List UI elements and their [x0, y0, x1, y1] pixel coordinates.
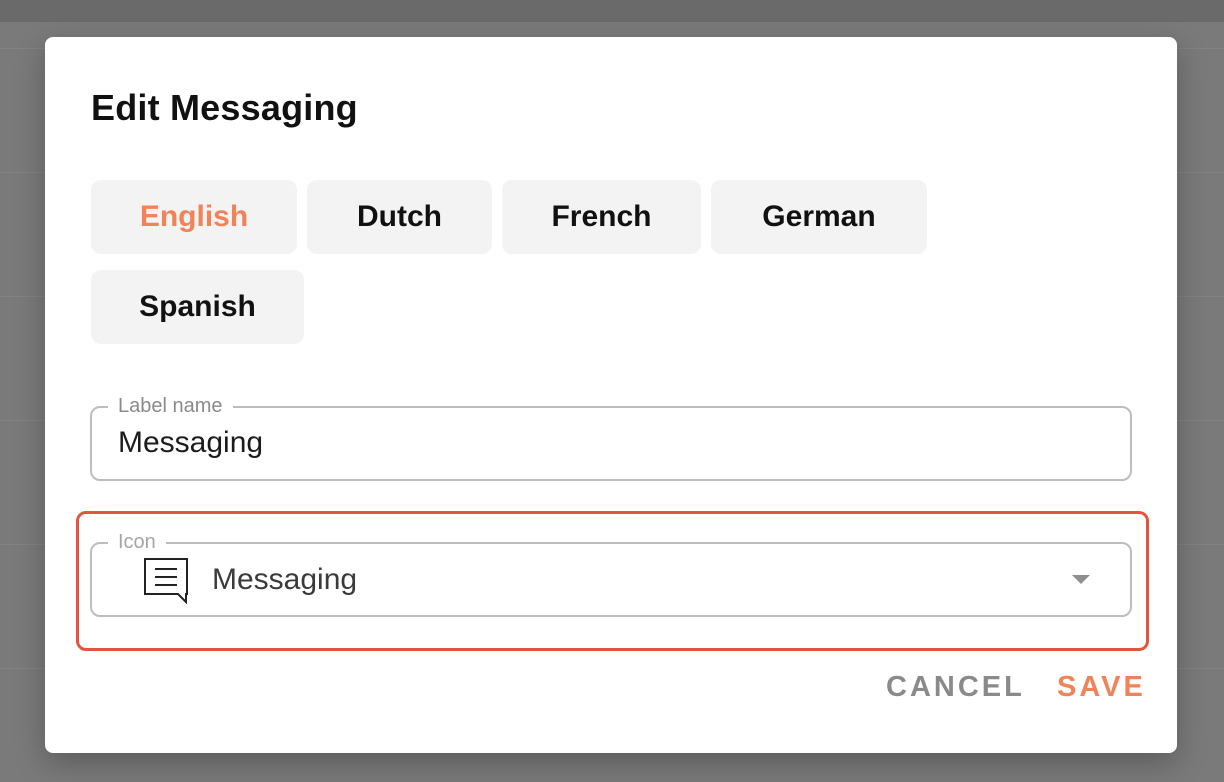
chevron-down-icon[interactable]	[1072, 575, 1090, 584]
cancel-button[interactable]: CANCEL	[886, 667, 1025, 707]
icon-select-value: Messaging	[212, 563, 358, 596]
icon-select-legend: Icon	[108, 530, 166, 554]
language-tab-french[interactable]: French	[502, 180, 701, 254]
label-name-input-value[interactable]: Messaging	[118, 423, 263, 463]
edit-messaging-dialog: Edit Messaging English Dutch French Germ…	[45, 37, 1177, 753]
icon-select[interactable]: Icon Messaging	[90, 530, 1132, 617]
message-square-icon	[144, 558, 188, 604]
dialog-title: Edit Messaging	[91, 87, 358, 128]
language-tab-dutch[interactable]: Dutch	[307, 180, 492, 254]
save-button[interactable]: SAVE	[1057, 667, 1146, 707]
background-header	[0, 0, 1224, 22]
language-tab-german[interactable]: German	[711, 180, 927, 254]
language-tab-spanish[interactable]: Spanish	[91, 270, 304, 344]
label-name-legend: Label name	[108, 394, 233, 418]
label-name-field[interactable]: Label name Messaging	[90, 394, 1132, 481]
language-tab-english[interactable]: English	[91, 180, 297, 254]
